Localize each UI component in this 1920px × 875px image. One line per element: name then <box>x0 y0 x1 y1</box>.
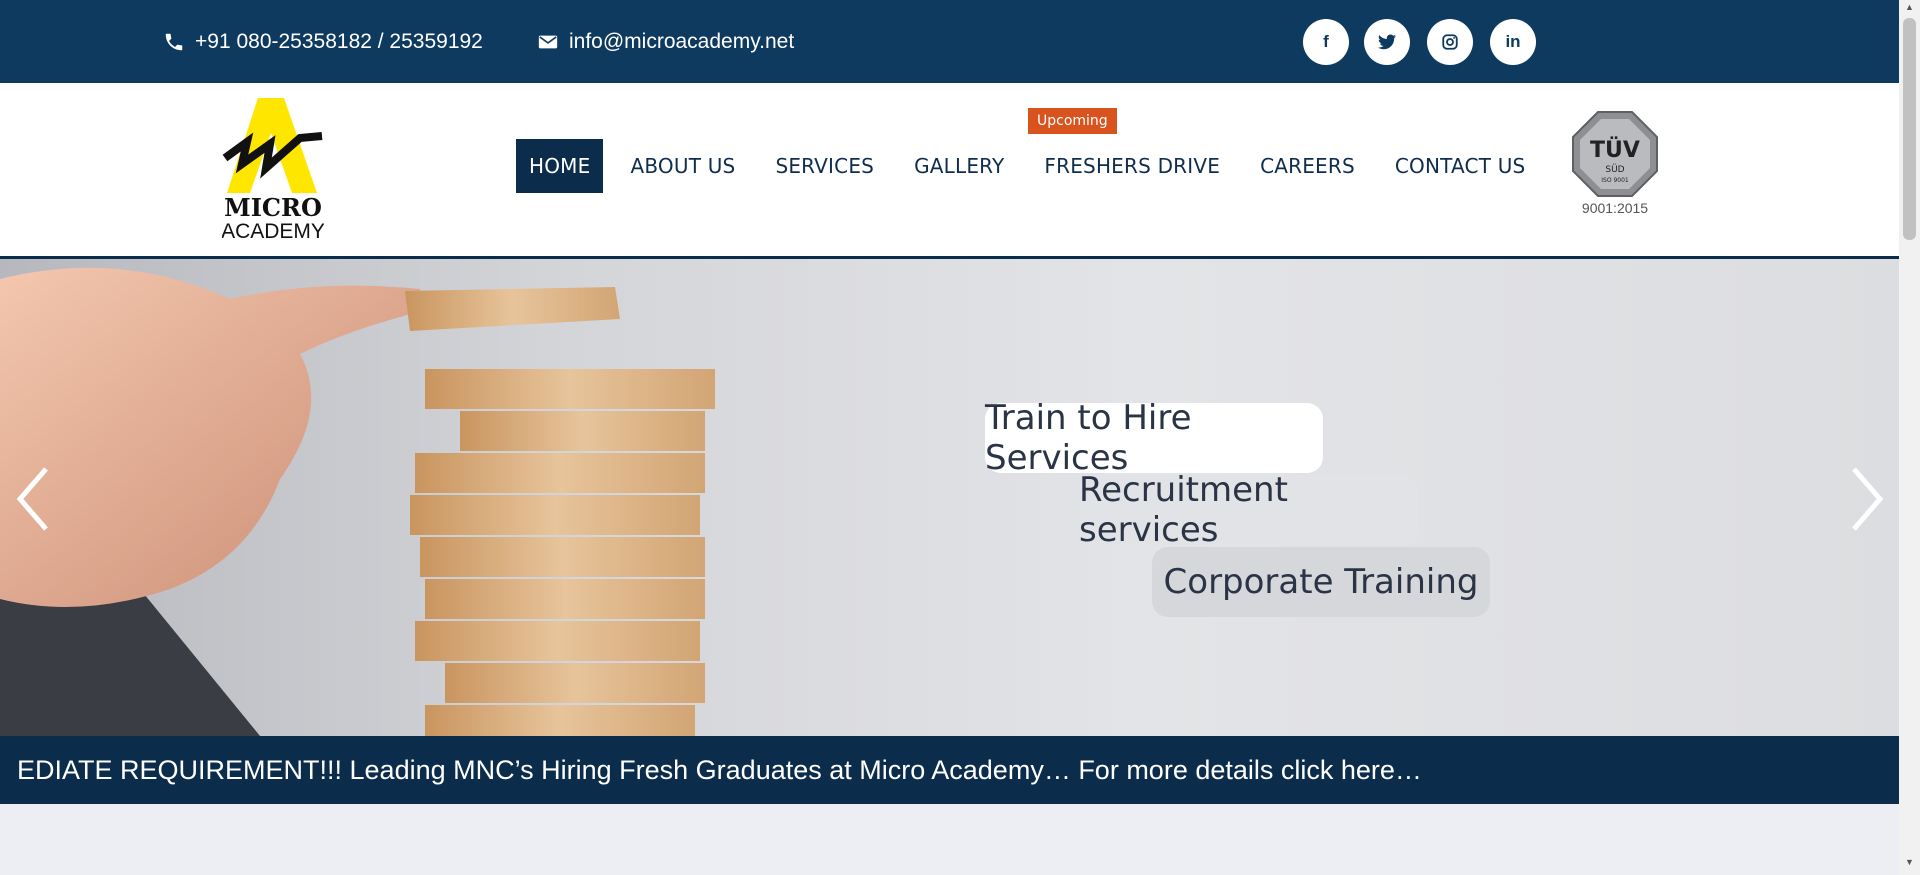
nav-about-us[interactable]: ABOUT US <box>617 139 748 193</box>
logo-text-micro: MICRO <box>224 193 322 222</box>
facebook-icon: f <box>1323 32 1329 51</box>
nav-freshers-drive[interactable]: FRESHERS DRIVE <box>1031 139 1233 193</box>
main-nav: HOME ABOUT US SERVICES GALLERY FRESHERS … <box>516 139 1552 193</box>
phone-contact[interactable]: +91 080-25358182 / 25359192 <box>163 0 483 83</box>
micro-academy-logo[interactable]: MICRO ACADEMY <box>222 98 324 240</box>
carousel-prev-arrow[interactable] <box>10 459 60 539</box>
hero-service-train-to-hire: Train to Hire Services <box>985 398 1323 478</box>
tuv-certification-badge: TÜV SÜD ISO 9001 9001:2015 <box>1572 111 1658 216</box>
nav-home[interactable]: HOME <box>516 139 604 193</box>
upcoming-badge: Upcoming <box>1028 108 1117 134</box>
email-contact[interactable]: info@microacademy.net <box>537 0 794 83</box>
page-scrollbar[interactable]: ▲ ▼ <box>1899 0 1920 875</box>
iso-standard: 9001:2015 <box>1582 200 1648 216</box>
phone-text: +91 080-25358182 / 25359192 <box>195 29 483 53</box>
news-ticker[interactable]: EDIATE REQUIREMENT!!! Leading MNC’s Hiri… <box>0 736 1899 804</box>
hero-carousel: Train to Hire Services Recruitment servi… <box>0 259 1899 736</box>
top-contact-bar: +91 080-25358182 / 25359192 info@microac… <box>0 0 1899 83</box>
twitter-icon <box>1378 34 1396 50</box>
nav-services[interactable]: SERVICES <box>762 139 887 193</box>
tuv-mark: TÜV <box>1590 137 1640 163</box>
twitter-link[interactable] <box>1364 19 1410 65</box>
nav-careers[interactable]: CAREERS <box>1247 139 1368 193</box>
site-header: MICRO ACADEMY Upcoming HOME ABOUT US SER… <box>0 83 1899 259</box>
nav-gallery[interactable]: GALLERY <box>901 139 1017 193</box>
tuv-sud: SÜD <box>1605 164 1624 175</box>
scroll-up-arrow-icon[interactable]: ▲ <box>1899 2 1920 18</box>
envelope-icon <box>538 35 558 48</box>
carousel-next-arrow[interactable] <box>1840 459 1890 539</box>
linkedin-icon: in <box>1505 32 1521 51</box>
instagram-link[interactable] <box>1427 19 1473 65</box>
scrollbar-thumb[interactable] <box>1903 18 1916 240</box>
email-text: info@microacademy.net <box>569 29 795 53</box>
facebook-link[interactable]: f <box>1303 19 1349 65</box>
tuv-iso: ISO 9001 <box>1601 177 1629 184</box>
logo-text-academy: ACADEMY <box>222 220 324 240</box>
hero-service-recruitment: Recruitment services <box>1079 470 1418 550</box>
linkedin-link[interactable]: in <box>1490 19 1536 65</box>
hero-jenga-image <box>0 267 715 736</box>
phone-icon <box>165 33 183 50</box>
scroll-down-arrow-icon[interactable]: ▼ <box>1899 857 1920 873</box>
hero-service-corporate-training: Corporate Training <box>1152 547 1490 617</box>
nav-contact-us[interactable]: CONTACT US <box>1382 139 1539 193</box>
ticker-text: EDIATE REQUIREMENT!!! Leading MNC’s Hiri… <box>17 754 1422 785</box>
instagram-icon <box>1442 34 1458 50</box>
